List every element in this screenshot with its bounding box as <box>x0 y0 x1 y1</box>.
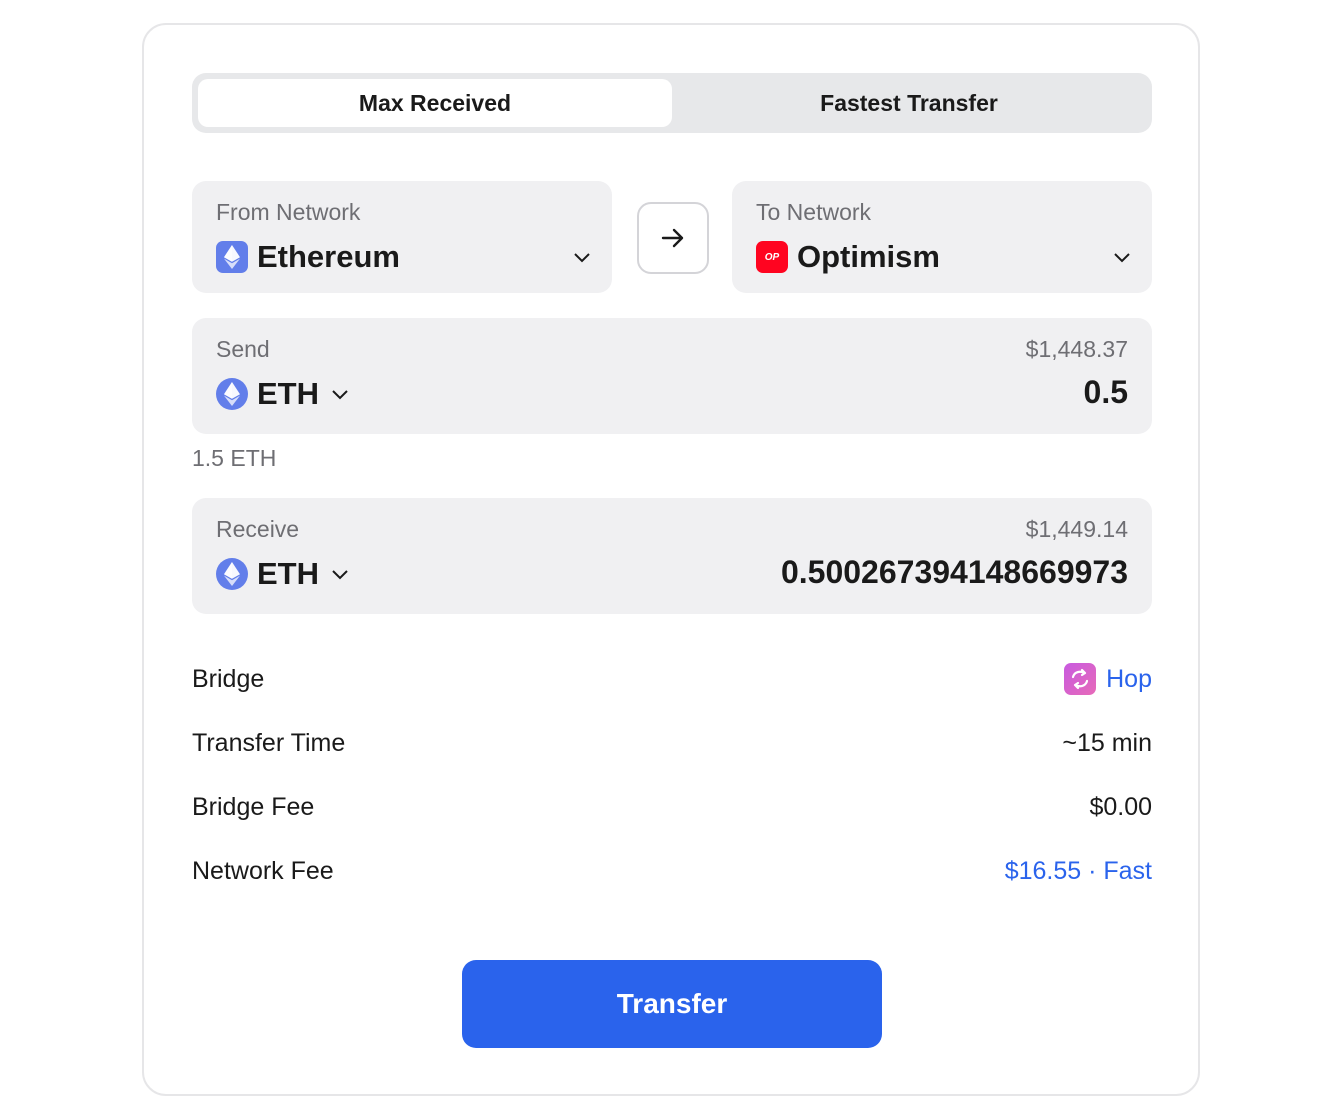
bridge-name: Hop <box>1106 664 1152 693</box>
chevron-down-icon <box>332 570 348 580</box>
send-token-symbol: ETH <box>257 376 319 411</box>
from-network-name: Ethereum <box>257 239 400 274</box>
to-network-value: OP Optimism <box>756 239 940 275</box>
bridge-card: Max Received Fastest Transfer From Netwo… <box>142 23 1200 1096</box>
bridge-link[interactable]: Hop <box>1064 663 1152 695</box>
receive-amount: 0.500267394148669973 <box>780 554 1128 590</box>
network-fee-link[interactable]: $16.55 · Fast <box>1005 857 1152 886</box>
eth-token-icon <box>216 558 248 590</box>
transfer-time-value: ~15 min <box>1062 728 1152 757</box>
detail-row-bridge-fee: Bridge Fee $0.00 <box>192 775 1152 839</box>
to-network-name: Optimism <box>797 239 940 274</box>
transfer-details: Bridge Hop Transfer Time ~15 min Bridge … <box>192 647 1152 903</box>
detail-label: Bridge <box>192 664 265 693</box>
detail-label: Bridge Fee <box>192 792 315 821</box>
swap-networks-button[interactable] <box>637 202 709 274</box>
send-token-selector[interactable]: ETH <box>216 376 350 412</box>
send-usd-value: $1,448.37 <box>1025 336 1128 362</box>
arrow-right-icon <box>661 228 684 248</box>
tab-max-received[interactable]: Max Received <box>198 79 672 127</box>
receive-token-selector[interactable]: ETH <box>216 556 350 592</box>
from-network-selector[interactable]: From Network Ethereum <box>192 181 612 293</box>
optimism-icon: OP <box>756 241 788 273</box>
from-network-value: Ethereum <box>216 239 400 275</box>
receive-usd-value: $1,449.14 <box>1025 516 1128 542</box>
send-balance: 1.5 ETH <box>192 445 277 471</box>
from-network-label: From Network <box>216 199 361 225</box>
send-panel: Send $1,448.37 ETH 0.5 <box>192 318 1152 434</box>
chevron-down-icon <box>1114 253 1130 263</box>
chevron-down-icon <box>332 390 348 400</box>
receive-label: Receive <box>216 516 300 542</box>
receive-token-symbol: ETH <box>257 556 319 591</box>
eth-token-icon <box>216 378 248 410</box>
chevron-down-icon <box>574 253 590 263</box>
receive-panel: Receive $1,449.14 ETH 0.5002673941486699… <box>192 498 1152 614</box>
detail-row-transfer-time: Transfer Time ~15 min <box>192 711 1152 775</box>
bridge-fee-value: $0.00 <box>1089 792 1152 821</box>
to-network-selector[interactable]: To Network OP Optimism <box>732 181 1152 293</box>
to-network-label: To Network <box>756 199 872 225</box>
transfer-button[interactable]: Transfer <box>462 960 882 1048</box>
send-label: Send <box>216 336 270 362</box>
ethereum-icon <box>216 241 248 273</box>
detail-row-network-fee: Network Fee $16.55 · Fast <box>192 839 1152 903</box>
route-mode-tabs: Max Received Fastest Transfer <box>192 73 1152 133</box>
detail-row-bridge: Bridge Hop <box>192 647 1152 711</box>
detail-label: Network Fee <box>192 856 334 885</box>
detail-label: Transfer Time <box>192 728 346 757</box>
send-amount-input[interactable]: 0.5 <box>1084 374 1128 411</box>
hop-icon <box>1064 663 1097 695</box>
tab-fastest-transfer[interactable]: Fastest Transfer <box>672 79 1146 127</box>
